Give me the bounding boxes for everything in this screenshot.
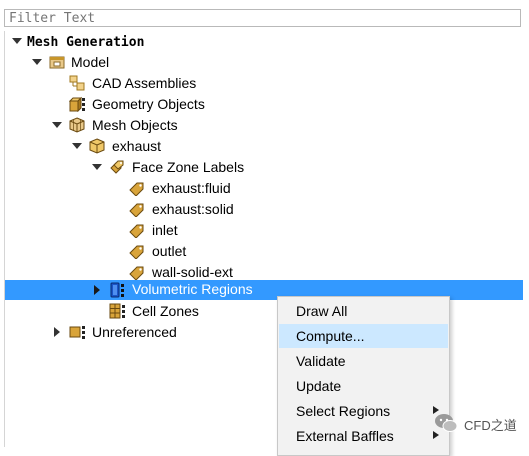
expanded-arrow-icon[interactable] xyxy=(91,161,103,173)
tree-item-label: Mesh Objects xyxy=(92,117,178,133)
menu-item-label: Update xyxy=(296,378,342,394)
tree-item-cad-assemblies[interactable]: CAD Assemblies xyxy=(5,73,523,94)
tree-item-label: Volumetric Regions xyxy=(132,281,253,297)
collapsed-arrow-icon[interactable] xyxy=(91,284,103,296)
menu-item-label: External Baffles xyxy=(296,428,394,444)
tree-item-label: exhaust:solid xyxy=(152,201,234,217)
expanded-arrow-icon[interactable] xyxy=(71,140,83,152)
volumetric-regions-icon xyxy=(110,282,124,298)
menu-item-validate[interactable]: Validate xyxy=(279,349,448,373)
tree-item-label: CAD Assemblies xyxy=(92,75,197,91)
label-tag-icon xyxy=(129,182,144,196)
tree-item-label: wall-solid-ext xyxy=(152,264,233,280)
tree-item-model[interactable]: Model xyxy=(5,52,523,73)
menu-item-draw-all[interactable]: Draw All xyxy=(279,299,448,323)
expanded-arrow-icon[interactable] xyxy=(31,56,43,68)
collapsed-arrow-icon[interactable] xyxy=(51,326,63,338)
tree-item-face-zone-labels[interactable]: Face Zone Labels xyxy=(5,157,523,178)
cell-zones-icon xyxy=(109,303,125,319)
label-tag-icon xyxy=(129,224,144,238)
label-tag-icon xyxy=(129,203,144,217)
tree-item-label: Face Zone Labels xyxy=(132,159,245,175)
tree-item-label: exhaust xyxy=(112,138,162,154)
tree-item-mesh-generation[interactable]: Mesh Generation xyxy=(5,31,523,52)
expanded-arrow-icon[interactable] xyxy=(11,35,23,47)
tree-item-mesh-objects[interactable]: Mesh Objects xyxy=(5,115,523,136)
exhaust-object-icon xyxy=(89,138,105,154)
tree-item-label: Model xyxy=(71,54,110,70)
tree-item-label-inlet[interactable]: inlet xyxy=(5,220,523,241)
tree-item-label: exhaust:fluid xyxy=(152,180,231,196)
menu-item-label: Select Regions xyxy=(296,403,391,419)
wechat-logo-icon xyxy=(435,414,458,432)
menu-item-update[interactable]: Update xyxy=(279,374,448,398)
menu-item-compute[interactable]: Compute... xyxy=(279,324,448,348)
tree-item-label: Geometry Objects xyxy=(92,96,205,112)
tree-item-label-outlet[interactable]: outlet xyxy=(5,241,523,262)
tree-item-label: Unreferenced xyxy=(92,324,177,340)
tree-item-label-exhaust-fluid[interactable]: exhaust:fluid xyxy=(5,178,523,199)
menu-item-label: Validate xyxy=(296,353,346,369)
menu-item-label: Draw All xyxy=(296,303,348,319)
tree-item-label: inlet xyxy=(152,222,178,238)
filter-text-input[interactable] xyxy=(4,9,521,27)
watermark-text: CFD之道 xyxy=(464,418,517,433)
menu-item-label: Compute... xyxy=(296,328,365,344)
label-tag-icon xyxy=(129,245,144,259)
menu-item-select-regions[interactable]: Select Regions xyxy=(279,399,448,423)
tree-item-label: Cell Zones xyxy=(132,303,199,319)
geometry-objects-icon xyxy=(69,96,85,112)
context-menu: Draw All Compute... Validate Update Sele… xyxy=(277,296,450,456)
tree-item-exhaust[interactable]: exhaust xyxy=(5,136,523,157)
mesh-objects-icon xyxy=(69,117,85,133)
tree-item-label: Mesh Generation xyxy=(27,35,145,50)
cad-assemblies-icon xyxy=(69,75,85,91)
face-zone-labels-icon xyxy=(110,160,124,174)
tree-item-label-exhaust-solid[interactable]: exhaust:solid xyxy=(5,199,523,220)
label-tag-icon xyxy=(129,266,144,280)
tree-item-geometry-objects[interactable]: Geometry Objects xyxy=(5,94,523,115)
unreferenced-icon xyxy=(69,326,85,339)
model-icon xyxy=(49,56,65,69)
expanded-arrow-icon[interactable] xyxy=(51,119,63,131)
tree-item-label: outlet xyxy=(152,243,187,259)
menu-item-external-baffles[interactable]: External Baffles xyxy=(279,424,448,448)
